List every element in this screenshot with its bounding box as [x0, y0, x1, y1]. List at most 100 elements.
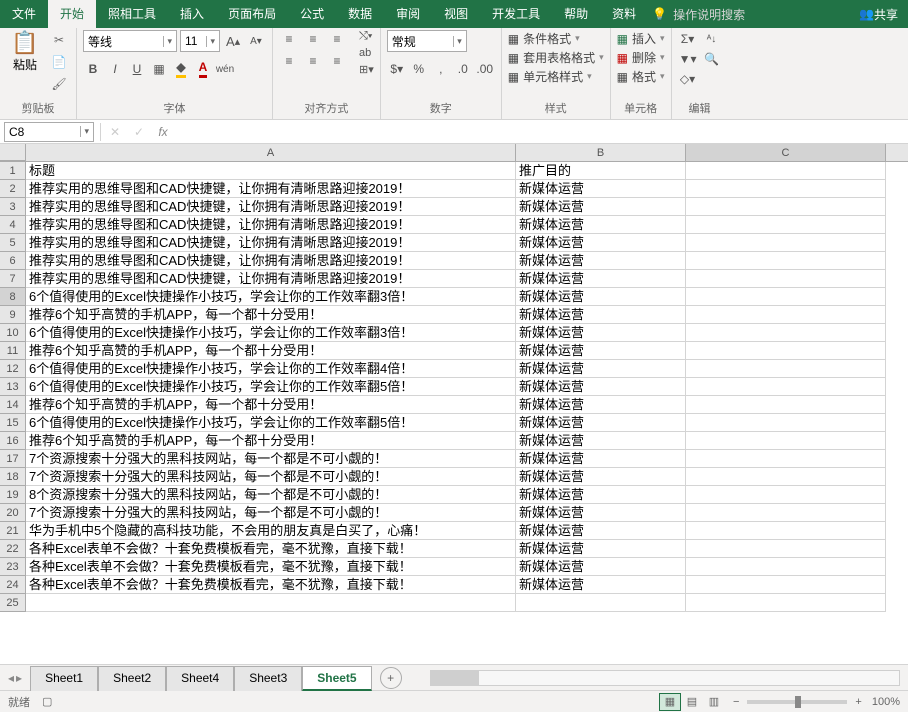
cell[interactable]: 各种Excel表单不会做？十套免费模板看完，毫不犹豫，直接下载！	[26, 576, 516, 594]
decrease-font-icon[interactable]: A▾	[246, 32, 266, 50]
conditional-format-button[interactable]: ▦条件格式▾	[508, 30, 604, 47]
zoom-slider[interactable]	[747, 700, 847, 704]
cell[interactable]: 新媒体运营	[516, 180, 686, 198]
align-center-icon[interactable]: ≡	[303, 52, 323, 70]
col-header-B[interactable]: B	[516, 144, 686, 161]
cell[interactable]: 新媒体运营	[516, 450, 686, 468]
cell[interactable]	[686, 270, 886, 288]
tab-开发工具[interactable]: 开发工具	[480, 0, 552, 28]
paste-button[interactable]: 📋 粘贴	[6, 30, 44, 73]
cell[interactable]: 推荐实用的思维导图和CAD快捷键，让你拥有清晰思路迎接2019！	[26, 252, 516, 270]
row-header[interactable]: 18	[0, 468, 26, 486]
cell[interactable]: 推荐实用的思维导图和CAD快捷键，让你拥有清晰思路迎接2019！	[26, 180, 516, 198]
cell[interactable]: 推荐实用的思维导图和CAD快捷键，让你拥有清晰思路迎接2019！	[26, 270, 516, 288]
cell[interactable]	[686, 378, 886, 396]
cell[interactable]	[686, 450, 886, 468]
cell[interactable]: 新媒体运营	[516, 558, 686, 576]
formula-input[interactable]	[175, 122, 908, 142]
col-header-A[interactable]: A	[26, 144, 516, 161]
cell[interactable]: 新媒体运营	[516, 252, 686, 270]
row-header[interactable]: 24	[0, 576, 26, 594]
clear-icon[interactable]: ◇▾	[678, 70, 698, 88]
zoom-level[interactable]: 100%	[872, 696, 900, 708]
row-header[interactable]: 1	[0, 162, 26, 180]
cell[interactable]: 6个值得使用的Excel快捷操作小技巧，学会让你的工作效率翻5倍！	[26, 378, 516, 396]
cell[interactable]: 推广目的	[516, 162, 686, 180]
cell[interactable]: 各种Excel表单不会做？十套免费模板看完，毫不犹豫，直接下载！	[26, 540, 516, 558]
col-header-C[interactable]: C	[686, 144, 886, 161]
tab-帮助[interactable]: 帮助	[552, 0, 600, 28]
align-bottom-icon[interactable]: ≡	[327, 30, 347, 48]
cell[interactable]: 推荐实用的思维导图和CAD快捷键，让你拥有清晰思路迎接2019！	[26, 216, 516, 234]
row-header[interactable]: 21	[0, 522, 26, 540]
format-as-table-button[interactable]: ▦套用表格格式▾	[508, 49, 604, 66]
cell[interactable]: 推荐6个知乎高赞的手机APP，每一个都十分受用！	[26, 342, 516, 360]
row-header[interactable]: 7	[0, 270, 26, 288]
cell[interactable]	[686, 288, 886, 306]
tab-数据[interactable]: 数据	[336, 0, 384, 28]
cell[interactable]	[686, 252, 886, 270]
tab-审阅[interactable]: 审阅	[384, 0, 432, 28]
row-header[interactable]: 2	[0, 180, 26, 198]
cell[interactable]: 新媒体运营	[516, 198, 686, 216]
align-left-icon[interactable]: ≡	[279, 52, 299, 70]
align-middle-icon[interactable]: ≡	[303, 30, 323, 48]
cell[interactable]	[686, 306, 886, 324]
cell[interactable]: 新媒体运营	[516, 576, 686, 594]
cell[interactable]: 新媒体运营	[516, 522, 686, 540]
cell[interactable]	[686, 198, 886, 216]
sheet-tab-Sheet5[interactable]: Sheet5	[302, 666, 371, 691]
cell[interactable]: 新媒体运营	[516, 432, 686, 450]
cell[interactable]: 标题	[26, 162, 516, 180]
macro-record-icon[interactable]: ▢	[42, 695, 52, 708]
row-header[interactable]: 25	[0, 594, 26, 612]
font-name-select[interactable]: 等线 ▾	[83, 30, 177, 52]
cell[interactable]: 7个资源搜索十分强大的黑科技网站，每一个都是不可小觑的！	[26, 450, 516, 468]
name-box[interactable]: C8 ▾	[4, 122, 94, 142]
font-color-button[interactable]: A	[193, 60, 213, 78]
row-header[interactable]: 3	[0, 198, 26, 216]
align-top-icon[interactable]: ≡	[279, 30, 299, 48]
format-painter-icon[interactable]: 🖌	[48, 74, 70, 94]
cell-styles-button[interactable]: ▦单元格样式▾	[508, 68, 604, 85]
cell[interactable]: 推荐6个知乎高赞的手机APP，每一个都十分受用！	[26, 306, 516, 324]
cell[interactable]	[26, 594, 516, 612]
cell[interactable]	[686, 576, 886, 594]
border-button[interactable]: ▦	[149, 60, 169, 78]
cell[interactable]: 6个值得使用的Excel快捷操作小技巧，学会让你的工作效率翻3倍！	[26, 288, 516, 306]
confirm-icon[interactable]: ✓	[127, 125, 151, 139]
merge-button[interactable]: ⊞▾	[359, 63, 374, 76]
next-sheet-icon[interactable]: ▸	[16, 671, 22, 685]
decrease-decimal-icon[interactable]: .00	[475, 60, 495, 78]
cell[interactable]	[686, 234, 886, 252]
cell[interactable]: 新媒体运营	[516, 216, 686, 234]
cell[interactable]: 7个资源搜索十分强大的黑科技网站，每一个都是不可小觑的！	[26, 504, 516, 522]
cell[interactable]: 6个值得使用的Excel快捷操作小技巧，学会让你的工作效率翻3倍！	[26, 324, 516, 342]
tab-开始[interactable]: 开始	[48, 0, 96, 28]
fill-color-button[interactable]: ◆	[171, 60, 191, 78]
row-header[interactable]: 13	[0, 378, 26, 396]
add-sheet-button[interactable]: +	[380, 667, 402, 689]
comma-format-icon[interactable]: ,	[431, 60, 451, 78]
cell[interactable]	[686, 342, 886, 360]
row-header[interactable]: 8	[0, 288, 26, 306]
fill-icon[interactable]: ▼▾	[678, 50, 698, 68]
tab-文件[interactable]: 文件	[0, 0, 48, 28]
phonetic-button[interactable]: wén	[215, 60, 235, 78]
format-cells-button[interactable]: ▦格式▾	[617, 68, 665, 85]
page-break-view-button[interactable]: ▥	[703, 693, 725, 711]
cell[interactable]: 新媒体运营	[516, 342, 686, 360]
cell[interactable]: 7个资源搜索十分强大的黑科技网站，每一个都是不可小觑的！	[26, 468, 516, 486]
row-header[interactable]: 4	[0, 216, 26, 234]
row-header[interactable]: 23	[0, 558, 26, 576]
cell[interactable]: 6个值得使用的Excel快捷操作小技巧，学会让你的工作效率翻5倍！	[26, 414, 516, 432]
cell[interactable]: 新媒体运营	[516, 504, 686, 522]
cell[interactable]: 新媒体运营	[516, 270, 686, 288]
cell[interactable]: 新媒体运营	[516, 378, 686, 396]
row-header[interactable]: 11	[0, 342, 26, 360]
cell[interactable]: 新媒体运营	[516, 324, 686, 342]
zoom-in-button[interactable]: +	[855, 696, 861, 708]
share-button[interactable]: 👥 共享	[849, 6, 908, 23]
wrap-text-button[interactable]: ab	[359, 47, 374, 59]
cell[interactable]: 新媒体运营	[516, 306, 686, 324]
